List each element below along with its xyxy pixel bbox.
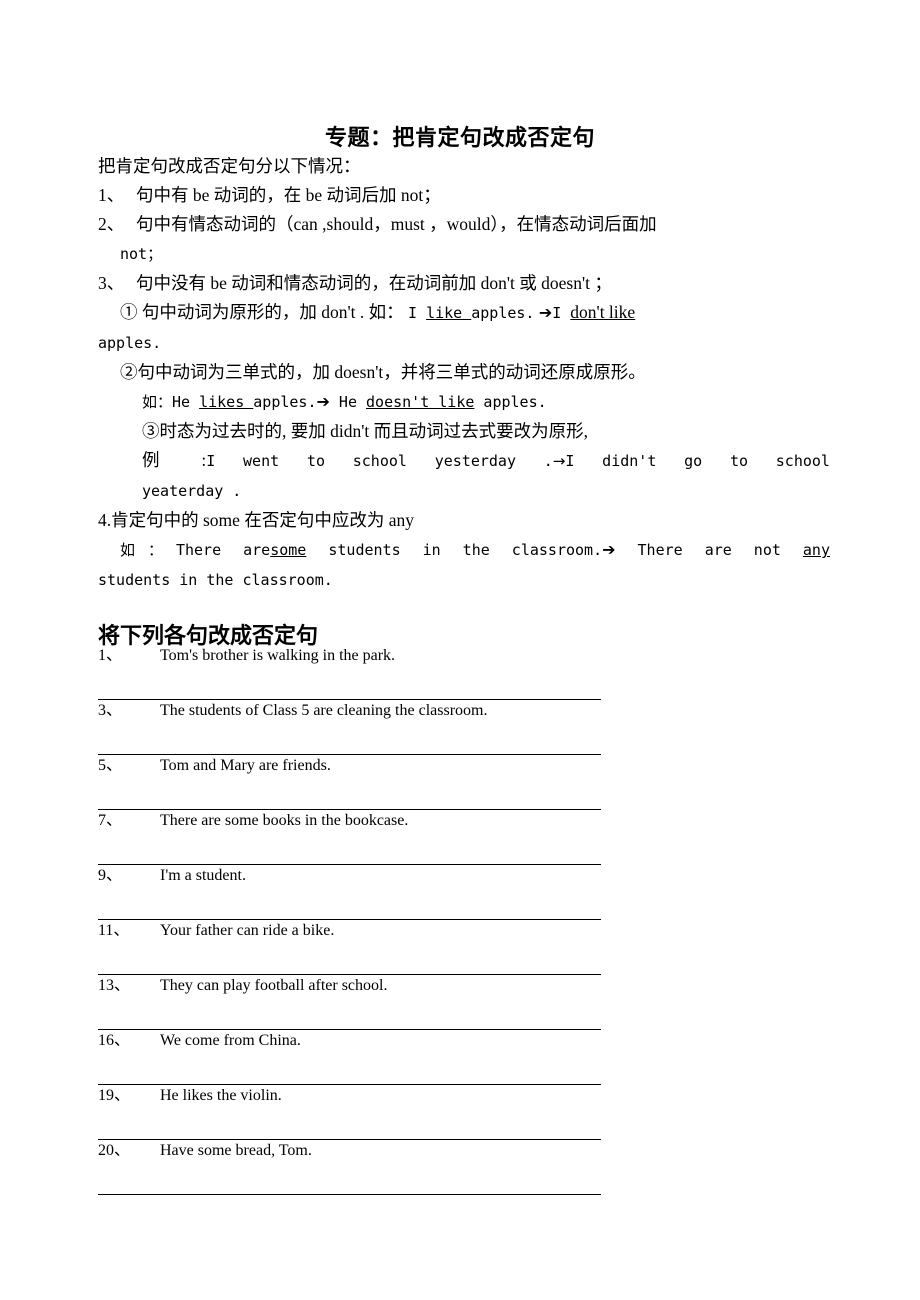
item-number: 11、 bbox=[98, 922, 130, 939]
rule-3: 3、 句中没有 be 动词和情态动词的，在动词前加 don't 或 doesn't… bbox=[98, 269, 830, 298]
sub-rule-1-marker: ① bbox=[120, 302, 138, 322]
sub-rule-1-example-object: apples. bbox=[471, 304, 535, 322]
item-sentence: The students of Class 5 are cleaning the… bbox=[160, 702, 488, 719]
item-number: 16、 bbox=[98, 1032, 131, 1049]
sub-rule-1-answer-negation: don't like bbox=[570, 302, 636, 322]
sub-rule-2-example-object: apples. bbox=[253, 393, 317, 411]
list-item[interactable]: 19、 He likes the violin. bbox=[98, 1085, 601, 1140]
sub-rule-3-example-after: I didn't go to school bbox=[565, 452, 830, 470]
list-item[interactable]: 13、 They can play football after school. bbox=[98, 975, 601, 1030]
item-number: 20、 bbox=[98, 1142, 131, 1159]
sub-rule-2: ②句中动词为三单式的，加 doesn't，并将三单式的动词还原成原形。 bbox=[98, 358, 830, 387]
sub-rule-2-example: 如：He likes apples.➔ He doesn't like appl… bbox=[98, 387, 830, 417]
sub-rule-1-answer-subject: I bbox=[552, 304, 571, 322]
list-item[interactable]: 5、 Tom and Mary are friends. bbox=[98, 755, 601, 810]
rule-1: 1、 句中有 be 动词的，在 be 动词后加 not； bbox=[98, 181, 830, 210]
rule-2-continued: not； bbox=[98, 239, 830, 269]
item-number: 7、 bbox=[98, 812, 123, 829]
item-sentence: There are some books in the bookcase. bbox=[160, 812, 409, 829]
arrow-icon: → bbox=[552, 452, 566, 470]
list-item[interactable]: 7、 There are some books in the bookcase. bbox=[98, 810, 601, 865]
sub-rule-2-marker: ② bbox=[120, 362, 138, 382]
rule-4-answer-text: There are not bbox=[615, 541, 803, 559]
item-sentence: They can play football after school. bbox=[160, 977, 388, 994]
rule-4-example-tail: students in the classroom. bbox=[98, 565, 830, 595]
rule-3-text: 句中没有 be 动词和情态动词的，在动词前加 don't 或 doesn't ； bbox=[136, 273, 612, 293]
rule-4: 4.肯定句中的 some 在否定句中应改为 any bbox=[98, 506, 830, 535]
worksheet-page: 专题：把肯定句改成否定句 把肯定句改成否定句分以下情况： 1、 句中有 be 动词… bbox=[0, 0, 920, 1300]
list-item[interactable]: 1、 Tom's brother is walking in the park. bbox=[98, 645, 601, 700]
sub-rule-1-text: 句中动词为原形的，加 don't . 如： bbox=[141, 302, 404, 322]
rules-section: 把肯定句改成否定句分以下情况： 1、 句中有 be 动词的，在 be 动词后加 n… bbox=[98, 152, 830, 595]
sub-rule-1-example-verb: like bbox=[426, 304, 472, 322]
rule-2-cont-text: not； bbox=[120, 245, 163, 263]
list-item[interactable]: 16、 We come from China. bbox=[98, 1030, 601, 1085]
exercise-list: 1、 Tom's brother is walking in the park. … bbox=[98, 645, 601, 1195]
sub-rule-3-tail-text: yeaterday . bbox=[142, 482, 242, 500]
list-item[interactable]: 20、 Have some bread, Tom. bbox=[98, 1140, 601, 1195]
sub-rule-2-text: 句中动词为三单式的，加 doesn't，并将三单式的动词还原成原形。 bbox=[137, 362, 646, 382]
sub-rule-2-answer-object: apples. bbox=[474, 393, 547, 411]
rule-4-example-some: some bbox=[270, 541, 307, 559]
rule-3-number: 3、 bbox=[98, 273, 125, 293]
rule-4-example: 如：There aresome students in the classroo… bbox=[98, 535, 830, 565]
sub-rule-2-answer-subject: He bbox=[329, 393, 367, 411]
arrow-icon: ➔ bbox=[602, 540, 616, 559]
sub-rule-3-example-label: 例 : bbox=[142, 450, 207, 470]
rule-4-answer-any: any bbox=[802, 541, 830, 559]
rule-4-example-prefix: 如：There are bbox=[120, 541, 271, 559]
sub-rule-3-example: 例 :I went to school yesterday .→I didn't… bbox=[98, 446, 830, 476]
sub-rule-1-wrap: apples. bbox=[98, 328, 830, 358]
sub-rule-3-example-tail: yeaterday . bbox=[98, 476, 830, 506]
item-sentence: Tom's brother is walking in the park. bbox=[160, 647, 396, 664]
item-sentence: Tom and Mary are friends. bbox=[160, 757, 331, 774]
rule-2-text: 句中有情态动词的（can ,should，must ，would），在情态动词后… bbox=[136, 214, 657, 234]
item-sentence: I'm a student. bbox=[160, 867, 246, 884]
arrow-icon: ➔ bbox=[538, 303, 553, 322]
rule-4-example-mid: students in the classroom. bbox=[306, 541, 603, 559]
item-number: 19、 bbox=[98, 1087, 131, 1104]
list-item[interactable]: 3、 The students of Class 5 are cleaning t… bbox=[98, 700, 601, 755]
sub-rule-2-example-verb: likes bbox=[199, 393, 254, 411]
item-number: 9、 bbox=[98, 867, 123, 884]
arrow-icon: ➔ bbox=[316, 392, 330, 411]
sub-rule-2-answer-negation: doesn't like bbox=[366, 393, 475, 411]
item-number: 1、 bbox=[98, 647, 123, 664]
item-sentence: Your father can ride a bike. bbox=[160, 922, 335, 939]
item-number: 13、 bbox=[98, 977, 131, 994]
item-sentence: We come from China. bbox=[160, 1032, 301, 1049]
rule-1-text: 句中有 be 动词的，在 be 动词后加 not； bbox=[136, 185, 441, 205]
sub-rule-3-marker: ③ bbox=[142, 421, 160, 441]
rule-1-number: 1、 bbox=[98, 185, 125, 205]
sub-rule-3-text: 时态为过去时的, 要加 didn't 而且动词过去式要改为原形, bbox=[159, 421, 589, 441]
rule-2: 2、 句中有情态动词的（can ,should，must ，would），在情态动… bbox=[98, 210, 830, 239]
list-item[interactable]: 11、 Your father can ride a bike. bbox=[98, 920, 601, 975]
sub-rule-3-example-before: I went to school yesterday . bbox=[206, 452, 553, 470]
item-sentence: He likes the violin. bbox=[160, 1087, 282, 1104]
rule-2-number: 2、 bbox=[98, 214, 125, 234]
intro-lead: 把肯定句改成否定句分以下情况： bbox=[98, 156, 361, 176]
rule-4-text: 4.肯定句中的 some 在否定句中应改为 any bbox=[98, 510, 414, 530]
sub-rule-1: ① 句中动词为原形的，加 don't . 如： I like apples. ➔… bbox=[98, 298, 830, 328]
item-sentence: Have some bread, Tom. bbox=[160, 1142, 312, 1159]
list-item[interactable]: 9、 I'm a student. bbox=[98, 865, 601, 920]
item-number: 5、 bbox=[98, 757, 123, 774]
rule-4-tail-text: students in the classroom. bbox=[98, 571, 333, 589]
item-number: 3、 bbox=[98, 702, 123, 719]
sub-rule-1-answer-tail: apples. bbox=[98, 334, 162, 352]
sub-rule-3: ③时态为过去时的, 要加 didn't 而且动词过去式要改为原形, bbox=[98, 417, 830, 446]
sub-rule-2-example-prefix: 如：He bbox=[142, 393, 200, 411]
page-title: 专题：把肯定句改成否定句 bbox=[324, 125, 595, 151]
sub-rule-1-example-subject: I bbox=[408, 304, 427, 322]
answer-line[interactable] bbox=[98, 1194, 601, 1195]
